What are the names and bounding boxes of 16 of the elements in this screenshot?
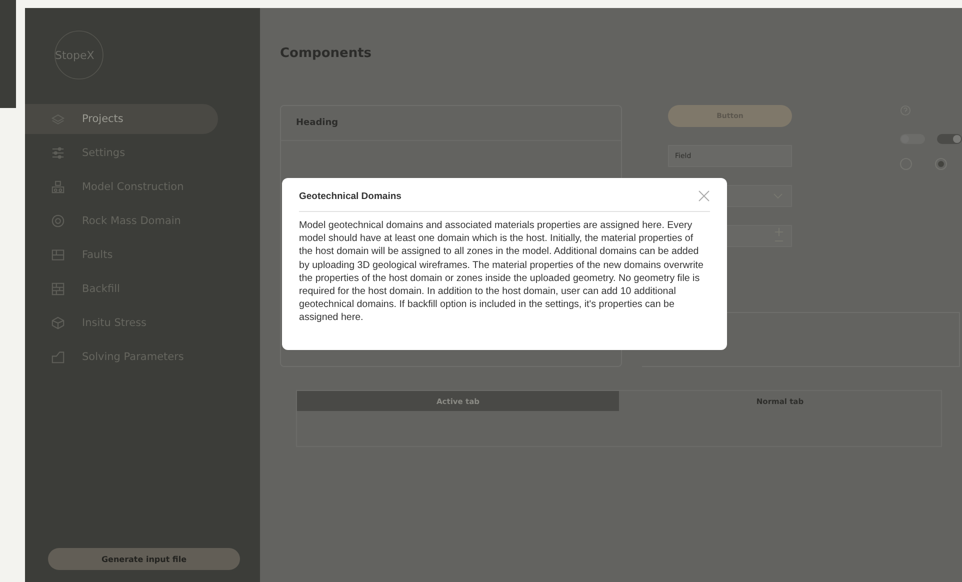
close-icon[interactable] [698,190,710,202]
nav-icon [50,179,66,195]
nav-icon [50,213,66,229]
sidebar-item[interactable]: Projects [25,104,218,134]
generate-input-file-button[interactable]: Generate input file [48,548,240,570]
dialog-text: Model geotechnical domains and associated materials properties are assigned here. Every model should have at least one domain which is the host. Initially, the material properties of the host domain will be assigned to all zones in the model. Additional domains can be added by uploading 3D geological wireframes. The material properties of the new domains overwrite the properties of the host domain or zones inside the uploaded geometry. No geometry file is required for the host domain. In addition to the host domain, user can add 10 additional geotechnical domains. If backfill option is included in the settings, it's properties can be assigned here. [299,219,704,325]
toggle-switch[interactable] [937,134,962,144]
nav-icon [50,281,66,297]
radio-button[interactable] [935,158,947,170]
dialog-title: Geotechnical Domains [299,190,402,202]
nav-icon [50,247,66,263]
nav-icon [50,315,66,331]
nav-icon [50,349,66,365]
card-heading: Heading [281,106,621,141]
nav-icon [50,145,66,161]
page-title: Components [280,46,373,61]
